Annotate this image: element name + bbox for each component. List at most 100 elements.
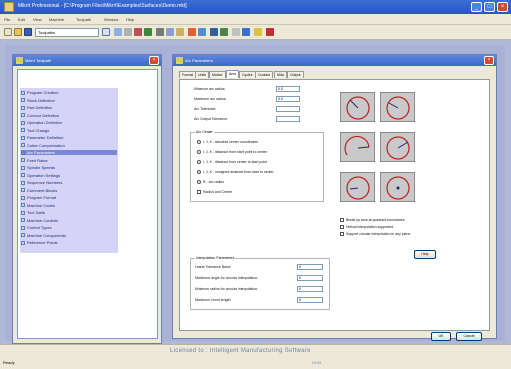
checkbox[interactable] — [340, 218, 344, 223]
option-quadrant-break[interactable]: Break up arcs at quadrant boundaries — [340, 218, 405, 223]
tab-cycles[interactable]: Cycles — [239, 71, 256, 78]
tree-item[interactable]: Reference Points — [21, 240, 58, 245]
tab-coolant[interactable]: Coolant — [255, 71, 274, 78]
interp-label: Maximum chord length: — [195, 298, 232, 302]
undo-icon[interactable] — [114, 28, 122, 36]
menu-window[interactable]: Window — [104, 17, 118, 22]
radio-button[interactable] — [197, 170, 201, 175]
checkbox[interactable] — [340, 225, 344, 230]
option-helical[interactable]: Helical interpolation supported — [340, 225, 393, 230]
tree-item[interactable]: Program Format — [21, 195, 56, 200]
tree-item[interactable]: Feed Rates — [21, 158, 48, 163]
tree-item[interactable]: Machine Codes — [21, 203, 55, 208]
menu-toolpath[interactable]: Toolpath — [76, 17, 91, 22]
arc-output-tolerance-input[interactable] — [276, 116, 300, 122]
delete-icon[interactable] — [134, 28, 142, 36]
help-button[interactable]: Help — [414, 250, 436, 259]
arc-center-option[interactable]: I, J, K - absolute center coordinates — [197, 140, 258, 145]
cut-icon[interactable] — [156, 28, 164, 36]
option-any-plane[interactable]: Support circular interpolation in any pl… — [340, 232, 410, 237]
arc-format-tile-4[interactable] — [380, 132, 415, 162]
tree-item[interactable]: Control Types — [21, 225, 52, 230]
cancel-button[interactable]: Cancel — [456, 332, 482, 341]
arc-center-option[interactable]: Radius and Center — [197, 190, 233, 195]
interp-input[interactable]: 0 — [297, 275, 323, 281]
checkbox[interactable] — [340, 232, 344, 237]
tree-item[interactable]: Spindle Speeds — [21, 165, 55, 170]
maximize-button[interactable]: □ — [484, 2, 495, 12]
save-icon[interactable] — [24, 28, 32, 36]
arc-center-option[interactable]: I, J, K - unsigned distance from start t… — [197, 170, 274, 175]
tree-item[interactable]: Tool Change — [21, 128, 49, 133]
interp-input[interactable]: 0 — [297, 264, 323, 270]
arc-center-option[interactable]: I, J, K - distance from start point to c… — [197, 150, 267, 155]
tree-icon[interactable] — [220, 28, 228, 36]
arc-format-tile-3[interactable] — [340, 132, 375, 162]
radio-button[interactable] — [197, 150, 201, 155]
tree-item[interactable]: Contour Definition — [21, 113, 59, 118]
radio-button[interactable] — [197, 160, 201, 165]
tree-item[interactable]: Operation Definition — [21, 120, 62, 125]
redo-icon[interactable] — [124, 28, 132, 36]
exit-icon[interactable] — [266, 28, 274, 36]
checkbox[interactable] — [197, 190, 201, 195]
tab-arcs[interactable]: Arcs — [226, 70, 239, 78]
tab-format[interactable]: Format — [179, 71, 197, 78]
tree-item[interactable]: Comment Blocks — [21, 188, 57, 193]
interp-input[interactable]: 0 — [297, 286, 323, 292]
arc-format-tile-1[interactable] — [340, 92, 375, 122]
menu-view[interactable]: View — [33, 17, 42, 22]
open-folder-icon[interactable] — [14, 28, 22, 36]
tab-misc[interactable]: Misc — [274, 71, 288, 78]
radio-button[interactable] — [197, 140, 201, 145]
arc-center-option[interactable]: R - arc radius — [197, 180, 224, 185]
toolpath-combo[interactable]: Toolpaths — [35, 28, 99, 37]
menu-help[interactable]: Help — [126, 17, 134, 22]
tab-units[interactable]: Units — [195, 71, 209, 78]
tree-item[interactable]: Program Creation — [21, 90, 59, 95]
paste-icon[interactable] — [176, 28, 184, 36]
interp-input[interactable]: 0 — [297, 297, 323, 303]
tab-motion[interactable]: Motion — [209, 71, 226, 78]
refresh-icon[interactable] — [198, 28, 206, 36]
tree-item[interactable]: Arc Parameters — [21, 150, 117, 155]
menu-edit[interactable]: Edit — [18, 17, 25, 22]
tree-window-close-icon[interactable]: × — [149, 56, 159, 65]
arc-format-tile-6[interactable] — [380, 172, 415, 202]
tree-item[interactable]: Machine Controls — [21, 218, 58, 223]
arc-format-tile-2[interactable] — [380, 92, 415, 122]
close-button[interactable]: × — [497, 2, 508, 12]
tree-item[interactable]: Stock Definition — [21, 98, 55, 103]
stop-icon[interactable] — [188, 28, 196, 36]
tree-item[interactable]: Parameter Definition — [21, 135, 63, 140]
tab-output[interactable]: Output — [287, 71, 304, 78]
grid-icon[interactable] — [210, 28, 218, 36]
dropdown-arrow-icon[interactable] — [102, 28, 110, 36]
print-icon[interactable] — [232, 28, 240, 36]
dialog-window-icon — [176, 57, 183, 64]
zoom-icon[interactable] — [242, 28, 250, 36]
dialog-close-icon[interactable]: × — [484, 56, 494, 65]
run-icon[interactable] — [144, 28, 152, 36]
arc-format-tile-5[interactable] — [340, 172, 375, 202]
tree-item[interactable]: Part Definition — [21, 105, 52, 110]
menu-file[interactable]: File — [4, 17, 10, 22]
tree-item[interactable]: Cutter Compensation — [21, 143, 65, 148]
status-num: NUM — [312, 360, 322, 365]
ok-button[interactable]: OK — [431, 332, 451, 341]
tree-item[interactable]: Machine Components — [21, 233, 66, 238]
minimize-button[interactable]: _ — [471, 2, 482, 12]
tree-item[interactable]: Sequence Numbers — [21, 180, 62, 185]
arc-tolerance-input[interactable] — [276, 106, 300, 112]
menu-machine[interactable]: Machine — [49, 17, 64, 22]
min-arc-radius-input[interactable]: 0.0 — [276, 86, 300, 92]
new-file-icon[interactable] — [4, 28, 12, 36]
radio-button[interactable] — [197, 180, 201, 185]
max-arc-radius-input[interactable]: 0.0 — [276, 96, 300, 102]
arc-center-option[interactable]: I, J, K - distance from center to start … — [197, 160, 267, 165]
tree-item[interactable]: Operation Settings — [21, 173, 60, 178]
option-label: Radius and Center — [203, 190, 233, 194]
help-icon[interactable] — [254, 28, 262, 36]
copy-icon[interactable] — [166, 28, 174, 36]
tree-item[interactable]: Tool Table — [21, 210, 45, 215]
